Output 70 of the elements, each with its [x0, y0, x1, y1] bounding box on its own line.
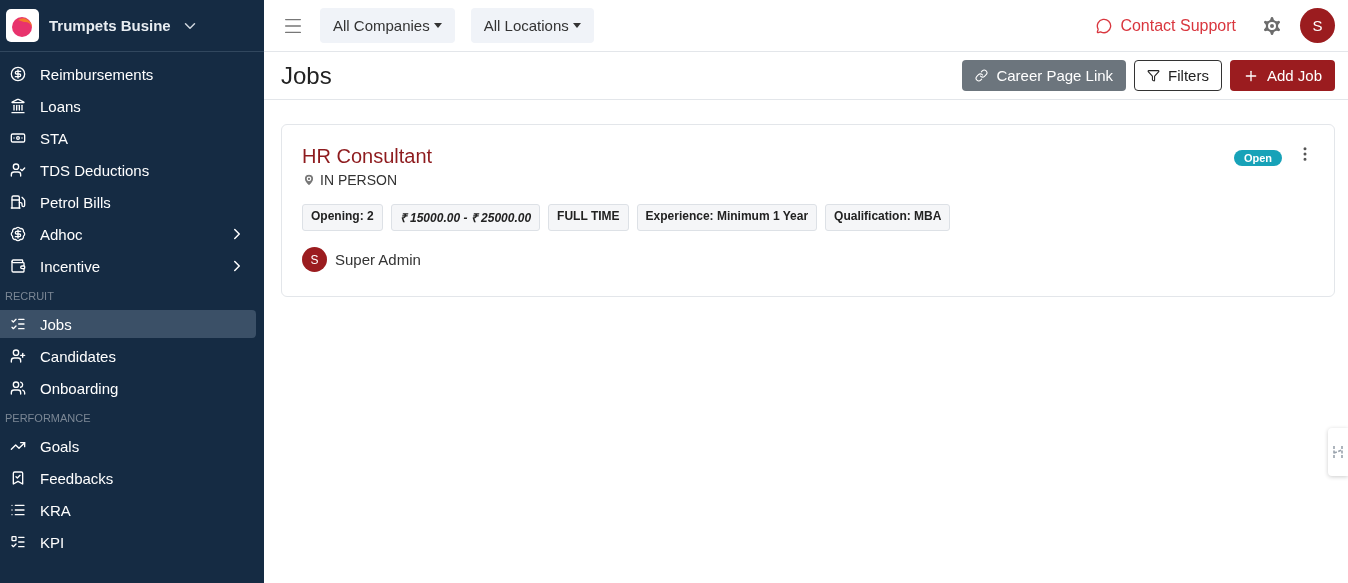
sidebar-item[interactable]: Loans: [0, 92, 256, 120]
sidebar-item-label: Goals: [40, 437, 81, 455]
sidebar-item[interactable]: Onboarding: [0, 374, 256, 402]
money-badge-icon: [10, 226, 26, 242]
bank-icon: [10, 98, 26, 114]
sidebar-item-label: Onboarding: [40, 379, 120, 397]
task-list-icon: [10, 534, 26, 550]
map-pin-icon: [302, 173, 316, 187]
dollar-coin-icon: [10, 66, 26, 82]
sidebar-item[interactable]: Candidates: [0, 342, 256, 370]
owner-name: Super Admin: [335, 251, 421, 268]
chat-bubble-icon: [1096, 17, 1113, 34]
sidebar-item-label: STA: [40, 129, 70, 147]
users-icon: [10, 380, 26, 396]
link-icon: [975, 69, 989, 82]
banknote-icon: [10, 130, 26, 146]
user-avatar[interactable]: S: [1300, 8, 1335, 43]
add-job-button[interactable]: Add Job: [1229, 60, 1335, 91]
job-tag: Opening: 2: [302, 204, 383, 231]
status-badge: Open: [1233, 150, 1282, 166]
section-heading: PERFORMANCE: [4, 411, 92, 426]
sidebar-item[interactable]: KRA: [0, 496, 256, 524]
job-tag: Experience: Minimum 1 Year: [636, 204, 818, 231]
side-handle[interactable]: [1328, 428, 1348, 476]
dropdown-button[interactable]: All Locations: [470, 8, 594, 43]
sidebar-item[interactable]: STA: [0, 124, 256, 152]
sidebar-item-label: Loans: [40, 97, 82, 115]
wallet-icon: [10, 258, 26, 274]
user-plus-icon: [10, 348, 26, 364]
page-title: Jobs: [281, 61, 333, 90]
job-location: IN PERSON: [320, 172, 397, 188]
sidebar-item-label: Jobs: [40, 315, 73, 333]
filters-button[interactable]: Filters: [1134, 60, 1222, 91]
sidebar-item[interactable]: Reimbursements: [0, 60, 256, 88]
sidebar-item[interactable]: Jobs: [0, 310, 256, 338]
sidebar-item-label: Incentive: [40, 257, 102, 275]
bookmark-icon: [10, 470, 26, 486]
sidebar-item-label: KPI: [40, 533, 66, 551]
sidebar-item-label: TDS Deductions: [40, 161, 151, 179]
sidebar-item[interactable]: KPI: [0, 528, 256, 556]
sidebar-item-label: Adhoc: [40, 225, 84, 243]
career-page-link-button[interactable]: Career Page Link: [962, 60, 1127, 91]
sidebar-item-label: Candidates: [40, 347, 117, 365]
sidebar-item[interactable]: Goals: [0, 432, 256, 460]
contact-support-link[interactable]: Contact Support: [1096, 16, 1236, 35]
sidebar-item-label: Reimbursements: [40, 65, 155, 83]
caret-icon: [433, 23, 442, 28]
brand-logo-icon: [6, 9, 39, 42]
checklist-icon: [10, 316, 26, 332]
sidebar-item[interactable]: Feedbacks: [0, 464, 256, 492]
dropdown-button[interactable]: All Companies: [320, 8, 455, 43]
job-tag: FULL TIME: [548, 204, 629, 231]
sidebar-item-label: KRA: [40, 501, 72, 519]
job-tag: Qualification: MBA: [825, 204, 951, 231]
job-tag: ₹ 15000.00 - ₹ 25000.00: [390, 204, 541, 231]
company-name[interactable]: Trumpets Busine: [49, 17, 171, 34]
sidebar-item[interactable]: Adhoc: [0, 220, 256, 248]
section-heading: RECRUIT: [4, 289, 55, 304]
fuel-pump-icon: [10, 194, 26, 210]
sidebar-item-label: Petrol Bills: [40, 193, 112, 211]
sidebar-item-label: Feedbacks: [40, 469, 115, 487]
sidebar-item[interactable]: TDS Deductions: [0, 156, 256, 184]
sidebar-item[interactable]: Petrol Bills: [0, 188, 256, 216]
list-icon: [10, 502, 26, 518]
job-title[interactable]: HR Consultant: [302, 145, 1234, 168]
owner-avatar: S: [302, 247, 327, 272]
user-check-icon: [10, 162, 26, 178]
caret-icon: [572, 23, 581, 28]
filter-icon: [1147, 69, 1161, 82]
sidebar-item[interactable]: Incentive: [0, 252, 256, 280]
